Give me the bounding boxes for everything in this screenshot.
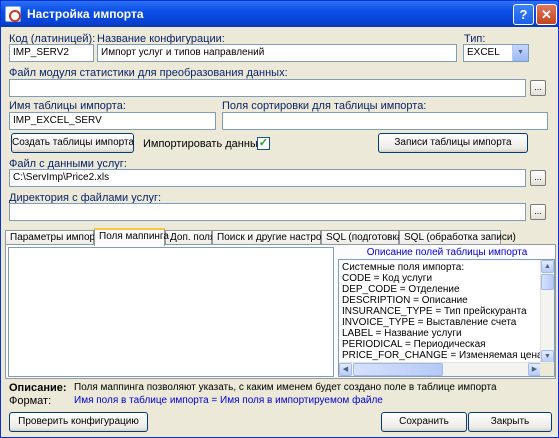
tab-sql-record[interactable]: SQL (обработка записи)	[399, 230, 516, 245]
close-window-button[interactable]: ✕	[536, 4, 557, 25]
desc-line: INVOICE_TYPE = Выставление счета	[342, 317, 517, 328]
vertical-scroll-thumb[interactable]	[541, 274, 554, 290]
stat-module-label: Файл модуля статистики для преобразовани…	[9, 67, 288, 79]
desc-line: INSURANCE_TYPE = Тип прейскуранта	[342, 306, 527, 317]
create-tables-button[interactable]: Создать таблицы импорта	[11, 133, 134, 153]
desc-line: DESCRIPTION = Описание	[342, 295, 468, 306]
tab-search-settings[interactable]: Поиск и другие настройки	[212, 230, 337, 245]
sort-fields-input[interactable]	[222, 112, 548, 130]
data-file-browse-button[interactable]: ...	[530, 170, 546, 186]
table-records-button[interactable]: Записи таблицы импорта	[378, 133, 528, 153]
fields-description-list[interactable]: Системные поля импорта: CODE = Код услуг…	[338, 259, 555, 377]
desc-line: DEP_CODE = Отделение	[342, 284, 460, 295]
stat-module-input[interactable]	[9, 79, 526, 97]
format-text: Имя поля в таблице импорта = Имя поля в …	[74, 395, 383, 406]
desc-line: PERIODICAL = Периодическая	[342, 339, 486, 350]
sort-fields-label: Поля сортировки для таблицы импорта:	[222, 100, 427, 112]
window-title: Настройка импорта	[27, 7, 144, 21]
tab-extra-fields[interactable]: Доп. поля	[165, 230, 215, 245]
description-label: Описание:	[9, 382, 67, 394]
type-select[interactable]: EXCEL ▼	[463, 44, 529, 62]
chevron-down-icon[interactable]: ▼	[512, 45, 528, 61]
dir-input[interactable]	[9, 203, 526, 221]
description-text: Поля маппинга позволяют указать, с каким…	[74, 382, 497, 393]
tab-mapping-fields[interactable]: Поля маппинга	[94, 228, 169, 246]
config-name-input[interactable]: Импорт услуг и типов направлений	[97, 44, 457, 62]
mapping-textarea[interactable]	[8, 247, 334, 377]
data-file-input[interactable]: C:\ServImp\Price2.xls	[9, 169, 526, 187]
import-data-checkbox[interactable]: ✓	[257, 137, 270, 150]
import-table-input[interactable]: IMP_EXCEL_SERV	[9, 112, 216, 130]
horizontal-scrollbar[interactable]: ◀ ▶	[339, 362, 542, 376]
fields-description-header: Описание полей таблицы импорта	[366, 247, 528, 258]
app-icon	[5, 6, 21, 22]
dir-browse-button[interactable]: ...	[530, 204, 546, 220]
close-button[interactable]: Закрыть	[468, 412, 552, 432]
code-input[interactable]: IMP_SERV2	[9, 44, 94, 62]
stat-module-browse-button[interactable]: ...	[530, 80, 546, 96]
help-button[interactable]: ?	[513, 4, 534, 25]
desc-line: Системные поля импорта:	[342, 262, 465, 273]
scroll-left-icon[interactable]: ◀	[339, 363, 352, 376]
import-settings-window: Настройка импорта ? ✕ Код (латиницей): I…	[0, 0, 559, 438]
scroll-up-icon[interactable]: ▲	[541, 260, 554, 273]
tab-import-params[interactable]: Параметры импорта	[5, 230, 105, 245]
title-bar[interactable]: Настройка импорта ? ✕	[1, 1, 558, 27]
desc-line: LABEL = Название услуги	[342, 328, 462, 339]
scroll-corner	[540, 362, 554, 376]
vertical-scrollbar[interactable]: ▲ ▼	[540, 260, 554, 364]
mapping-panel: Описание полей таблицы импорта Системные…	[5, 244, 556, 379]
check-config-button[interactable]: Проверить конфигурацию	[9, 412, 148, 432]
type-value: EXCEL	[467, 47, 500, 58]
import-table-label: Имя таблицы импорта:	[9, 100, 126, 112]
desc-line: PRICE_FOR_CHANGE = Изменяемая цена	[342, 350, 543, 361]
format-label: Формат:	[9, 395, 52, 407]
desc-line: CODE = Код услуги	[342, 273, 433, 284]
import-data-label: Импортировать данные	[143, 138, 264, 150]
tab-sql-prepare[interactable]: SQL (подготовка)	[321, 230, 406, 245]
save-button[interactable]: Сохранить	[381, 412, 467, 432]
horizontal-scroll-thumb[interactable]	[353, 363, 443, 376]
